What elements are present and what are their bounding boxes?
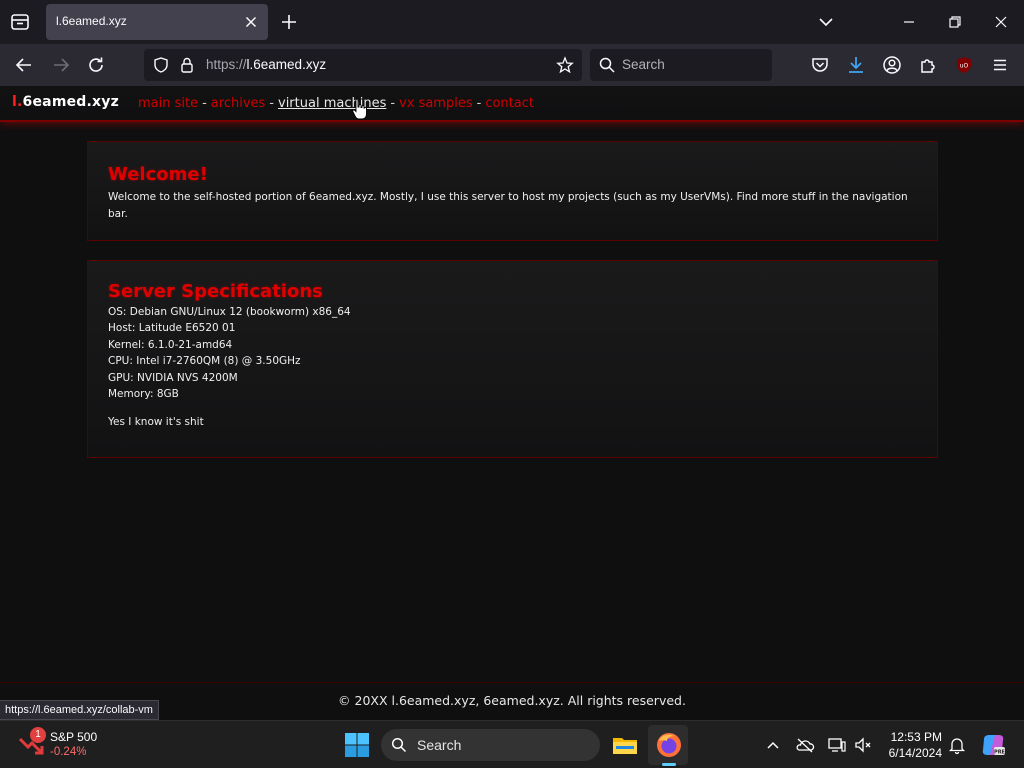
clock-date: 6/14/2024 xyxy=(888,746,942,760)
taskbar-clock[interactable]: 12:53 PM 6/14/2024 xyxy=(872,729,942,761)
spec-line-gpu: GPU: NVIDIA NVS 4200M xyxy=(108,371,238,384)
url-host: l.6eamed.xyz xyxy=(246,57,327,72)
spec-line-memory: Memory: 8GB xyxy=(108,388,179,401)
volume-muted-icon[interactable] xyxy=(853,735,873,755)
stocks-widget[interactable]: 1 S&P 500 -0.24% xyxy=(18,727,108,761)
search-bar[interactable]: Search xyxy=(590,49,772,81)
url-scheme: https:// xyxy=(206,57,247,72)
widget-title: S&P 500 xyxy=(50,730,98,744)
windows-start-icon[interactable] xyxy=(343,731,371,759)
logo-main: 6eamed.xyz xyxy=(22,94,119,110)
search-placeholder: Search xyxy=(622,57,665,72)
lock-icon[interactable] xyxy=(178,56,196,74)
tab-list-icon[interactable] xyxy=(8,10,32,34)
site-header: l.6eamed.xyz main site - archives - virtual … xyxy=(0,86,1024,122)
menu-icon[interactable] xyxy=(989,54,1011,76)
notifications-bell-icon[interactable] xyxy=(947,735,967,755)
page-content: l.6eamed.xyz main site - archives - virtual … xyxy=(0,86,1024,720)
hand-cursor-icon xyxy=(352,98,368,122)
chevron-up-icon[interactable] xyxy=(763,735,783,755)
reload-icon[interactable] xyxy=(85,54,107,76)
spec-line-kernel: Kernel: 6.1.0-21-amd64 xyxy=(108,338,233,351)
display-icon[interactable] xyxy=(827,735,847,755)
file-explorer-icon[interactable] xyxy=(611,731,639,759)
taskbar-search-icon xyxy=(391,737,407,753)
taskbar-search-label: Search xyxy=(417,737,462,753)
tab-close-icon[interactable] xyxy=(242,13,260,31)
clock-time: 12:53 PM xyxy=(890,730,942,744)
spec-line-os: OS: Debian GNU/Linux 12 (bookworm) x86_6… xyxy=(108,306,351,318)
nav-separator: - xyxy=(476,96,482,111)
widget-change: -0.24% xyxy=(50,746,87,758)
list-all-tabs-icon[interactable] xyxy=(816,12,836,32)
welcome-box: Welcome! Welcome to the self-hosted port… xyxy=(87,141,938,241)
nav-link-contact[interactable]: contact xyxy=(485,96,534,111)
downloads-icon[interactable] xyxy=(845,54,867,76)
site-logo[interactable]: l.6eamed.xyz xyxy=(12,94,119,110)
forward-icon[interactable] xyxy=(50,54,72,76)
new-tab-icon[interactable] xyxy=(279,12,299,32)
taskbar-search[interactable]: Search xyxy=(381,729,600,761)
browser-tab-bar: l.6eamed.xyz xyxy=(0,0,1024,44)
welcome-text: Welcome to the self-hosted portion of 6e… xyxy=(108,191,908,220)
close-window-icon[interactable] xyxy=(991,12,1011,32)
widget-badge: 1 xyxy=(30,727,46,743)
firefox-icon[interactable] xyxy=(655,731,683,759)
nav-link-main-site[interactable]: main site xyxy=(138,96,198,111)
nav-link-virtual-machines[interactable]: virtual machines xyxy=(278,96,386,111)
minimize-icon[interactable] xyxy=(899,12,919,32)
search-icon xyxy=(598,56,616,74)
welcome-heading: Welcome! xyxy=(108,164,208,185)
onedrive-icon[interactable] xyxy=(795,735,815,755)
nav-link-archives[interactable]: archives xyxy=(211,96,266,111)
nav-separator: - xyxy=(390,96,396,111)
site-nav: main site - archives - virtual machines - vx s… xyxy=(138,96,534,111)
shield-icon[interactable] xyxy=(152,56,170,74)
url-text: https://l.6eamed.xyz xyxy=(206,57,326,72)
pocket-icon[interactable] xyxy=(809,54,831,76)
copilot-icon[interactable]: PRE xyxy=(979,731,1007,759)
svg-text:uO: uO xyxy=(960,63,969,70)
specs-footnote: Yes I know it's shit xyxy=(108,416,204,429)
account-icon[interactable] xyxy=(881,54,903,76)
bookmark-star-icon[interactable] xyxy=(556,56,574,74)
spec-line-host: Host: Latitude E6520 01 xyxy=(108,322,236,335)
nav-separator: - xyxy=(202,96,207,111)
link-status-tooltip: https://l.6eamed.xyz/collab-vm xyxy=(0,700,159,720)
ublock-icon[interactable]: uO xyxy=(953,54,975,76)
restore-icon[interactable] xyxy=(945,12,965,32)
spec-line-cpu: CPU: Intel i7-2760QM (8) @ 3.50GHz xyxy=(108,355,301,368)
back-icon[interactable] xyxy=(13,54,35,76)
address-bar[interactable]: https://l.6eamed.xyz xyxy=(144,49,582,81)
tab-title: l.6eamed.xyz xyxy=(56,14,127,28)
logo-prefix: l. xyxy=(12,94,23,110)
browser-tab-active[interactable]: l.6eamed.xyz xyxy=(46,4,268,40)
nav-separator: - xyxy=(269,96,274,111)
nav-link-vx-samples[interactable]: vx samples xyxy=(399,96,473,111)
windows-taskbar: 1 S&P 500 -0.24% Search 12:53 PM 6/14/20… xyxy=(0,720,1024,768)
specs-heading: Server Specifications xyxy=(108,281,323,302)
server-specs-box: Server Specifications OS: Debian GNU/Lin… xyxy=(87,260,938,458)
svg-text:PRE: PRE xyxy=(994,750,1006,756)
active-app-indicator xyxy=(662,763,676,766)
extensions-icon[interactable] xyxy=(917,54,939,76)
browser-nav-bar: https://l.6eamed.xyz Search uO xyxy=(0,44,1024,86)
